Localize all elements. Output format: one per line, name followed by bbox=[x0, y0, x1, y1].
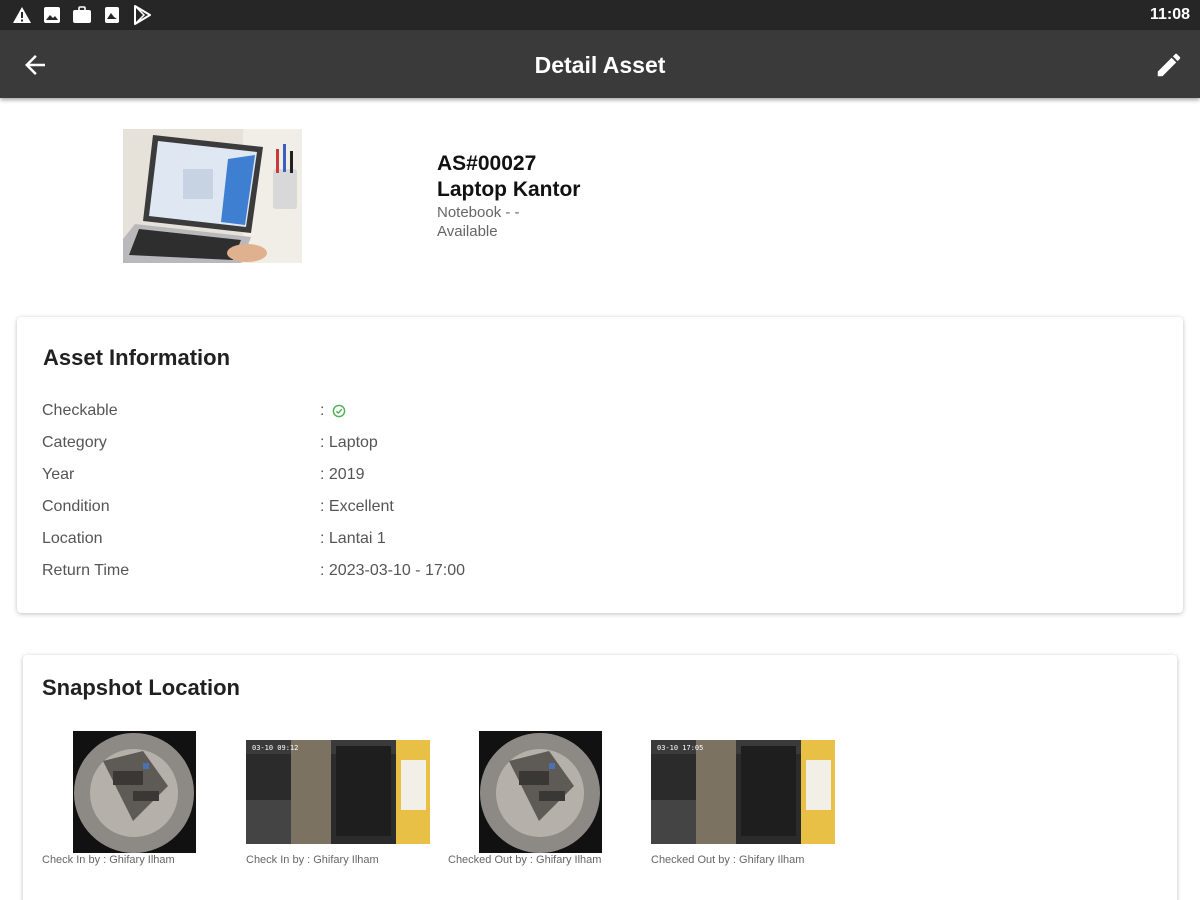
asset-photo bbox=[123, 129, 302, 263]
status-bar: 11:08 bbox=[0, 0, 1200, 30]
image-icon bbox=[42, 5, 62, 25]
info-value: : Excellent bbox=[320, 498, 394, 515]
snapshot-image[interactable]: 03-10 17:05 bbox=[651, 740, 835, 844]
info-label: Condition bbox=[42, 498, 110, 515]
snapshot-image[interactable] bbox=[73, 731, 196, 853]
snapshot-image[interactable] bbox=[479, 731, 602, 853]
svg-text:03-10 09:12: 03-10 09:12 bbox=[252, 744, 298, 752]
info-value: : Lantai 1 bbox=[320, 530, 386, 547]
status-icons bbox=[12, 5, 152, 25]
info-label: Category bbox=[42, 434, 107, 451]
info-value: : 2019 bbox=[320, 466, 365, 483]
info-value-text: : bbox=[320, 402, 329, 419]
info-row-return-time: Return Time : 2023-03-10 - 17:00 bbox=[42, 555, 465, 587]
info-row-year: Year : 2019 bbox=[42, 459, 465, 491]
info-value: : bbox=[320, 402, 346, 420]
info-label: Return Time bbox=[42, 562, 130, 579]
snapshot-location-title: Snapshot Location bbox=[42, 675, 240, 700]
asset-information-card: Asset Information Checkable : Category :… bbox=[17, 317, 1183, 613]
svg-text:03-10 17:05: 03-10 17:05 bbox=[657, 744, 703, 752]
info-row-location: Location : Lantai 1 bbox=[42, 523, 465, 555]
briefcase-icon bbox=[72, 5, 92, 25]
asset-code: AS#00027 bbox=[437, 152, 537, 175]
asset-status: Available bbox=[437, 223, 498, 240]
snapshot-caption: Checked Out by : Ghifary Ilham bbox=[448, 854, 602, 866]
warning-icon bbox=[12, 5, 32, 25]
edit-button[interactable] bbox=[1154, 50, 1184, 80]
asset-name: Laptop Kantor bbox=[437, 178, 581, 201]
snapshot-caption: Check In by : Ghifary Ilham bbox=[246, 854, 379, 866]
snapshot-image[interactable]: 03-10 09:12 bbox=[246, 740, 430, 844]
asset-information-rows: Checkable : Category : Laptop Year : 201… bbox=[42, 395, 465, 587]
asset-information-title: Asset Information bbox=[43, 345, 231, 370]
app-bar: Detail Asset bbox=[0, 30, 1200, 98]
status-time: 11:08 bbox=[1149, 6, 1190, 23]
info-value: : 2023-03-10 - 17:00 bbox=[320, 562, 465, 579]
asset-header: AS#00027 Laptop Kantor Notebook - - Avai… bbox=[437, 151, 580, 241]
edit-pencil-icon bbox=[1157, 53, 1181, 77]
snapshot-location-card: Snapshot Location Check In by : Ghifary … bbox=[23, 655, 1177, 900]
info-row-category: Category : Laptop bbox=[42, 427, 465, 459]
check-circle-icon bbox=[332, 404, 346, 418]
info-value: : Laptop bbox=[320, 434, 378, 451]
info-label: Location bbox=[42, 530, 103, 547]
snapshot-caption: Checked Out by : Ghifary Ilham bbox=[651, 854, 805, 866]
info-label: Checkable bbox=[42, 402, 118, 419]
page-title: Detail Asset bbox=[534, 52, 666, 78]
info-row-condition: Condition : Excellent bbox=[42, 491, 465, 523]
play-store-icon bbox=[132, 5, 152, 25]
snapshot-caption: Check In by : Ghifary Ilham bbox=[42, 854, 175, 866]
asset-type: Notebook - - bbox=[437, 204, 520, 221]
photo-icon bbox=[102, 5, 122, 25]
info-label: Year bbox=[42, 466, 75, 483]
info-row-checkable: Checkable : bbox=[42, 395, 465, 427]
